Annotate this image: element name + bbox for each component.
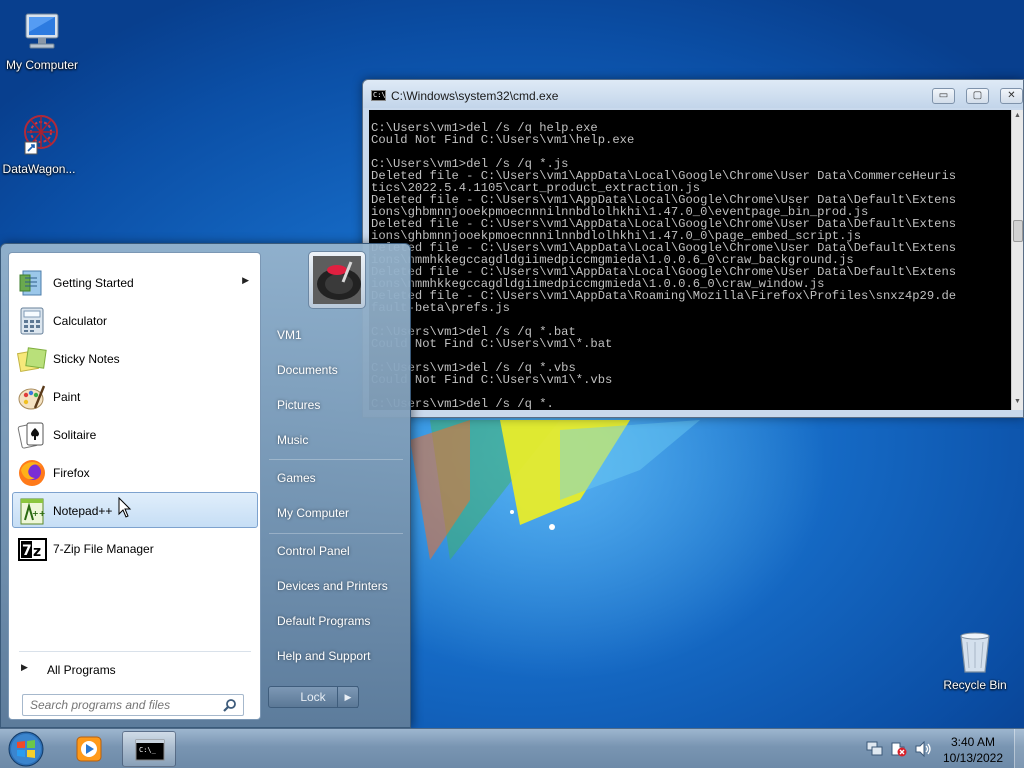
notepad-plus-plus-icon: ++ <box>20 498 45 525</box>
cmd-window[interactable]: C:\ C:\Windows\system32\cmd.exe ▭ ▢ ✕ C:… <box>362 79 1024 418</box>
console-line: Could Not Find C:\Users\vm1\*.vbs <box>371 373 613 387</box>
vertical-scrollbar[interactable]: ▲ ▼ <box>1011 110 1023 410</box>
recycle-bin-icon <box>960 632 990 673</box>
clock-time: 3:40 AM <box>950 735 996 749</box>
minimize-button[interactable]: ▭ <box>932 88 955 104</box>
console-output[interactable]: C:\Users\vm1>del /s /q help.exe Could Not… <box>369 110 1011 410</box>
firefox-icon <box>19 460 45 486</box>
all-programs-label: All Programs <box>47 663 116 677</box>
calculator-icon <box>20 307 44 335</box>
search-input[interactable] <box>24 696 214 714</box>
link-default-programs[interactable]: Default Programs <box>277 614 370 628</box>
program-solitaire[interactable]: Solitaire <box>12 416 258 452</box>
svg-text:7: 7 <box>22 543 32 559</box>
console-line: C:\Users\vm1>del /s /q *. <box>371 397 554 410</box>
link-music[interactable]: Music <box>277 433 308 447</box>
link-user-folder[interactable]: VM1 <box>277 328 302 342</box>
link-devices-and-printers[interactable]: Devices and Printers <box>277 579 388 593</box>
program-label: Firefox <box>53 466 90 480</box>
console-line: fault-beta\prefs.js <box>371 301 510 315</box>
taskbar-media-player[interactable] <box>62 731 116 767</box>
shortcut-icon <box>24 115 58 155</box>
program-label: Calculator <box>53 314 108 328</box>
program-label: Solitaire <box>53 428 97 442</box>
taskbar: C:\_ 3:40 AM 10/13/2022 <box>0 728 1024 768</box>
console-line: Could Not Find C:\Users\vm1\*.bat <box>371 337 613 351</box>
show-desktop-button[interactable] <box>1014 729 1024 768</box>
console-line: Could Not Find C:\Users\vm1\help.exe <box>371 133 635 147</box>
desktop-icon-datawagon[interactable]: DataWagon... <box>0 112 81 176</box>
getting-started-icon <box>19 270 42 296</box>
start-menu: Getting Started ▶ Calculator Sticky Note… <box>0 243 411 728</box>
link-documents[interactable]: Documents <box>277 363 338 377</box>
network-icon[interactable] <box>866 741 884 757</box>
program-label: Getting Started <box>53 276 134 290</box>
action-center-icon[interactable] <box>890 741 908 757</box>
desktop-icon-recycle-bin[interactable]: Recycle Bin <box>933 628 1017 692</box>
paint-icon <box>18 385 46 410</box>
desktop-icon-label: My Computer <box>5 58 79 72</box>
media-player-icon <box>76 736 102 762</box>
scrollbar-thumb[interactable] <box>1013 220 1023 242</box>
turntable-avatar-icon <box>313 256 361 304</box>
submenu-arrow-icon: ▶ <box>242 275 249 285</box>
search-box[interactable] <box>22 694 244 716</box>
start-menu-places-pane: VM1 Documents Pictures Music Games My Co… <box>261 244 412 729</box>
program-label: Paint <box>53 390 81 404</box>
divider <box>269 459 403 460</box>
shutdown-options-arrow-icon[interactable]: ▶ <box>337 686 359 708</box>
sticky-notes-icon <box>17 347 47 373</box>
link-games[interactable]: Games <box>277 471 316 485</box>
cmd-window-title: C:\Windows\system32\cmd.exe <box>391 89 559 103</box>
close-button[interactable]: ✕ <box>1000 88 1023 104</box>
search-icon[interactable] <box>223 698 237 712</box>
taskbar-cmd[interactable]: C:\_ <box>122 731 176 767</box>
link-control-panel[interactable]: Control Panel <box>277 544 350 558</box>
scroll-down-arrow-icon[interactable]: ▼ <box>1014 398 1021 405</box>
cmd-icon: C:\ <box>371 90 386 101</box>
clock-date: 10/13/2022 <box>942 751 1004 765</box>
computer-icon <box>25 13 59 49</box>
program-label: Notepad++ <box>53 504 113 518</box>
program-notepad-plus-plus[interactable]: ++ Notepad++ <box>12 492 258 528</box>
link-help-and-support[interactable]: Help and Support <box>277 649 370 663</box>
cmd-titlebar[interactable]: C:\ C:\Windows\system32\cmd.exe ▭ ▢ ✕ <box>363 80 1023 108</box>
desktop-icon-label: DataWagon... <box>2 162 76 176</box>
mouse-cursor-icon <box>118 497 132 518</box>
program-calculator[interactable]: Calculator <box>12 302 258 338</box>
program-firefox[interactable]: Firefox <box>12 454 258 490</box>
user-picture[interactable] <box>308 251 366 309</box>
start-menu-programs-pane: Getting Started ▶ Calculator Sticky Note… <box>8 252 261 720</box>
all-programs-arrow-icon: ▶ <box>21 662 28 672</box>
divider <box>269 533 403 534</box>
desktop-icon-my-computer[interactable]: My Computer <box>0 8 84 72</box>
link-pictures[interactable]: Pictures <box>277 398 320 412</box>
svg-text:z: z <box>33 544 41 560</box>
system-clock[interactable]: 3:40 AM 10/13/2022 <box>936 734 1010 766</box>
volume-icon[interactable] <box>914 741 932 757</box>
program-sticky-notes[interactable]: Sticky Notes <box>12 340 258 376</box>
program-paint[interactable]: Paint <box>12 378 258 414</box>
start-button-windows-icon[interactable] <box>5 730 47 768</box>
solitaire-icon <box>17 422 44 449</box>
program-label: Sticky Notes <box>53 352 120 366</box>
program-label: 7-Zip File Manager <box>53 542 154 556</box>
cmd-icon: C:\_ <box>135 739 165 761</box>
divider <box>19 651 251 652</box>
program-7zip-file-manager[interactable]: 7 z 7-Zip File Manager <box>12 530 258 566</box>
scroll-up-arrow-icon[interactable]: ▲ <box>1014 112 1021 119</box>
program-getting-started[interactable]: Getting Started ▶ <box>12 264 258 300</box>
desktop-icon-label: Recycle Bin <box>943 678 1007 692</box>
svg-text:C:\_: C:\_ <box>139 746 157 754</box>
link-my-computer[interactable]: My Computer <box>277 506 349 520</box>
svg-text:++: ++ <box>32 509 45 518</box>
maximize-button[interactable]: ▢ <box>966 88 989 104</box>
all-programs-button[interactable]: ▶ All Programs <box>19 658 251 682</box>
7zip-icon: 7 z <box>18 538 47 561</box>
